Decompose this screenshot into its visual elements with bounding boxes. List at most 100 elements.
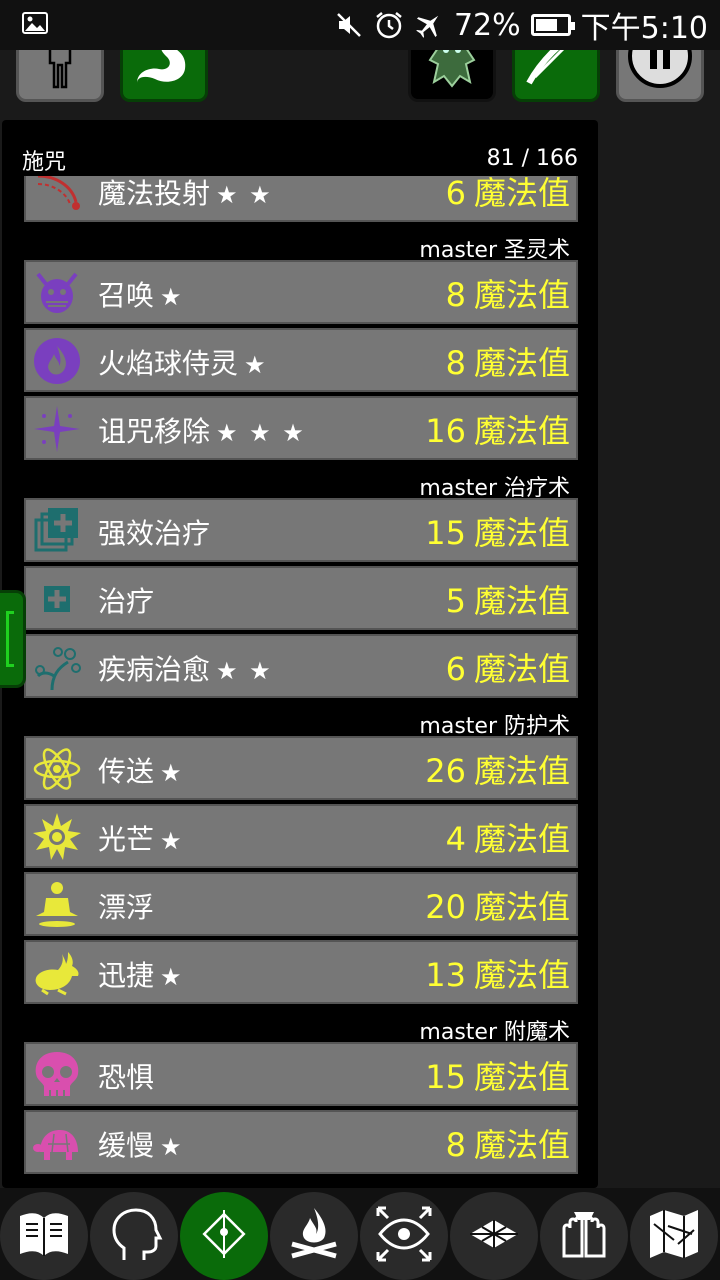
spellbook-icon: [14, 1204, 74, 1268]
spell-cost-value: 8: [445, 1126, 466, 1164]
spell-cost: 15 魔法值: [425, 508, 570, 554]
spell-row[interactable]: 治疗 5 魔法值: [24, 566, 578, 630]
spellbook-nav-button[interactable]: [0, 1192, 88, 1280]
look-eye-nav-button[interactable]: [360, 1192, 448, 1280]
spell-name: 魔法投射 ★ ★: [98, 176, 273, 212]
spell-stars: ★: [160, 1133, 184, 1161]
cast-spell-nav-button[interactable]: [180, 1192, 268, 1280]
spell-cost-value: 8: [445, 344, 466, 382]
spell-cost: 8 魔法值: [446, 1120, 570, 1166]
status-bar: 72% 下午5:10: [0, 0, 720, 50]
spell-stars: ★: [160, 283, 184, 311]
spell-row[interactable]: 恐惧 15 魔法值: [24, 1042, 578, 1106]
spell-cost: 5 魔法值: [446, 576, 570, 622]
spell-cost-unit: 魔法值: [473, 1058, 570, 1096]
spell-cost-value: 20: [425, 888, 466, 926]
map-icon: [644, 1204, 704, 1268]
skull-icon: [32, 1050, 82, 1100]
floor-grid-icon: [464, 1204, 524, 1268]
spell-name: 光芒 ★: [98, 818, 184, 858]
spell-name-text: 缓慢: [98, 1129, 155, 1162]
spell-cost-value: 15: [425, 514, 466, 552]
spell-cost-unit: 魔法值: [473, 752, 570, 790]
summon-demon-icon: [32, 268, 82, 318]
spell-cost: 13 魔法值: [425, 950, 570, 996]
greater-heal-icon: [32, 506, 82, 556]
spell-row[interactable]: 诅咒移除 ★ ★ ★ 16 魔法值: [24, 396, 578, 460]
spell-cost-unit: 魔法值: [473, 344, 570, 382]
spell-row[interactable]: 魔法投射 ★ ★ 6 魔法值: [24, 176, 578, 222]
spell-cost-unit: 魔法值: [473, 650, 570, 688]
spell-row[interactable]: 迅捷 ★ 13 魔法值: [24, 940, 578, 1004]
spell-name-text: 火焰球侍灵: [98, 347, 239, 380]
spell-row[interactable]: 强效治疗 15 魔法值: [24, 498, 578, 562]
inventory-hands-icon: [554, 1204, 614, 1268]
spell-cost-unit: 魔法值: [473, 412, 570, 450]
spell-stars: ★: [160, 827, 184, 855]
map-nav-button[interactable]: [630, 1192, 718, 1280]
spell-count: 81 / 166: [486, 146, 578, 171]
spell-name-text: 恐惧: [98, 1061, 155, 1094]
spell-stars: ★: [160, 963, 184, 991]
cast-spell-icon: [194, 1204, 254, 1268]
spell-cost-value: 6: [445, 176, 466, 212]
spell-row[interactable]: 火焰球侍灵 ★ 8 魔法值: [24, 328, 578, 392]
spell-stars: ★ ★: [216, 657, 273, 685]
spell-cost: 6 魔法值: [446, 644, 570, 690]
spell-cost-value: 4: [445, 820, 466, 858]
spell-stars: ★: [160, 759, 184, 787]
spell-cost-unit: 魔法值: [473, 176, 570, 212]
spell-stars: ★ ★: [216, 181, 273, 209]
spell-panel: 施咒 81 / 166 魔法投射 ★ ★ 6 魔法值 master 圣灵术 召唤 ★ 8 魔法值…: [2, 120, 598, 1188]
spell-cost-value: 15: [425, 1058, 466, 1096]
campfire-nav-button[interactable]: [270, 1192, 358, 1280]
spell-name-text: 魔法投射: [98, 177, 211, 210]
cure-plant-icon: [32, 642, 82, 692]
spell-name: 恐惧: [98, 1056, 154, 1096]
spell-row[interactable]: 缓慢 ★ 8 魔法值: [24, 1110, 578, 1174]
spell-name-text: 治疗: [98, 585, 155, 618]
turtle-icon: [32, 1118, 82, 1168]
levitate-icon: [32, 880, 82, 930]
image-icon: [22, 12, 48, 34]
sparkle-icon: [32, 404, 82, 454]
panel-title: 施咒: [22, 150, 67, 175]
campfire-icon: [284, 1204, 344, 1268]
spell-name-text: 迅捷: [98, 959, 155, 992]
spell-cost: 20 魔法值: [425, 882, 570, 928]
spell-row[interactable]: 召唤 ★ 8 魔法值: [24, 260, 578, 324]
flame-orb-icon: [32, 336, 82, 386]
spell-cost-unit: 魔法值: [473, 276, 570, 314]
inventory-hands-nav-button[interactable]: [540, 1192, 628, 1280]
spell-cost-value: 26: [425, 752, 466, 790]
spell-cost-unit: 魔法值: [473, 888, 570, 926]
spell-name-text: 光芒: [98, 823, 155, 856]
look-eye-icon: [374, 1204, 434, 1268]
spell-cost-unit: 魔法值: [473, 956, 570, 994]
spell-cost: 4 魔法值: [446, 814, 570, 860]
spell-name: 缓慢 ★: [98, 1124, 184, 1164]
battery-icon: [530, 14, 575, 36]
spell-name: 疾病治愈 ★ ★: [98, 648, 273, 688]
rabbit-icon: [32, 948, 82, 998]
airplane-icon: [414, 10, 444, 40]
clock: 下午5:10: [580, 11, 708, 46]
side-drawer-handle[interactable]: [0, 590, 26, 688]
spell-row[interactable]: 光芒 ★ 4 魔法值: [24, 804, 578, 868]
spell-stars: ★: [244, 351, 268, 379]
spell-name: 诅咒移除 ★ ★ ★: [98, 410, 306, 450]
spell-cost: 26 魔法值: [425, 746, 570, 792]
spell-cost: 6 魔法值: [446, 176, 570, 214]
spell-row[interactable]: 传送 ★ 26 魔法值: [24, 736, 578, 800]
head-profile-nav-button[interactable]: [90, 1192, 178, 1280]
spell-cost-unit: 魔法值: [473, 582, 570, 620]
floor-grid-nav-button[interactable]: [450, 1192, 538, 1280]
spell-name-text: 诅咒移除: [98, 415, 211, 448]
spell-row[interactable]: 漂浮 20 魔法值: [24, 872, 578, 936]
battery-percent: 72%: [453, 7, 521, 43]
spell-name: 漂浮: [98, 886, 154, 926]
spell-name: 火焰球侍灵 ★: [98, 342, 268, 382]
spell-list[interactable]: 魔法投射 ★ ★ 6 魔法值 master 圣灵术 召唤 ★ 8 魔法值 火焰球侍灵 ★ 8 魔法值 诅咒…: [24, 176, 578, 1180]
spell-cost: 8 魔法值: [446, 338, 570, 384]
spell-row[interactable]: 疾病治愈 ★ ★ 6 魔法值: [24, 634, 578, 698]
